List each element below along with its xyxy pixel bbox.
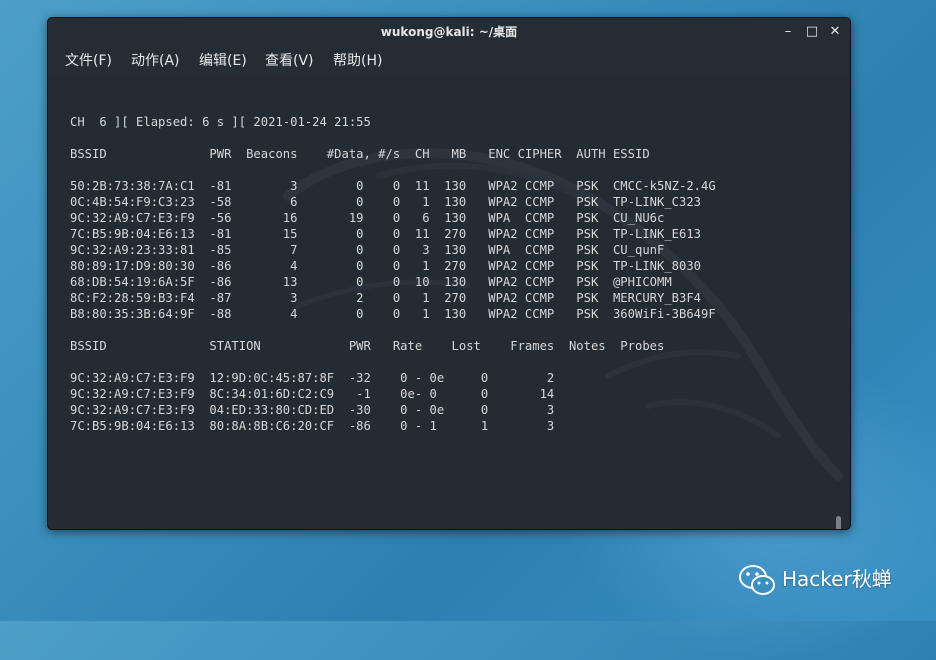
ap-table-header: BSSID PWR Beacons #Data, #/s CH MB ENC C… — [70, 147, 650, 161]
ap-row: 80:89:17:D9:80:30 -86 4 0 0 1 270 WPA2 C… — [70, 259, 702, 273]
watermark-text: Hacker秋蝉 — [782, 567, 892, 591]
terminal-output[interactable]: CH 6 ][ Elapsed: 6 s ][ 2021-01-24 21:55… — [48, 76, 850, 529]
station-table-header: BSSID STATION PWR Rate Lost Frames Notes… — [70, 339, 665, 353]
wechat-icon — [739, 565, 775, 595]
ap-row: 7C:B5:9B:04:E6:13 -81 15 0 0 11 270 WPA2… — [70, 227, 702, 241]
menu-file[interactable]: 文件(F) — [65, 51, 112, 71]
ap-row: 9C:32:A9:C7:E3:F9 -56 16 19 0 6 130 WPA … — [70, 211, 665, 225]
menu-action[interactable]: 动作(A) — [131, 51, 180, 71]
minimize-button[interactable]: – — [779, 22, 797, 42]
terminal-window[interactable]: wukong@kali: ~/桌面 – □ ✕ 文件(F) 动作(A) 编辑(E… — [47, 17, 851, 530]
ap-row: 8C:F2:28:59:B3:F4 -87 3 2 0 1 270 WPA2 C… — [70, 291, 702, 305]
station-row: 9C:32:A9:C7:E3:F9 04:ED:33:80:CD:ED -30 … — [70, 403, 555, 417]
close-button[interactable]: ✕ — [826, 22, 844, 42]
window-title: wukong@kali: ~/桌面 — [380, 25, 518, 39]
menu-bar: 文件(F) 动作(A) 编辑(E) 查看(V) 帮助(H) — [48, 46, 850, 76]
ap-row: 9C:32:A9:23:33:81 -85 7 0 0 3 130 WPA CC… — [70, 243, 665, 257]
station-row: 9C:32:A9:C7:E3:F9 12:9D:0C:45:87:8F -32 … — [70, 371, 555, 385]
menu-view[interactable]: 查看(V) — [265, 51, 314, 71]
scrollbar-thumb[interactable] — [836, 516, 841, 529]
ap-row: 0C:4B:54:F9:C3:23 -58 6 0 0 1 130 WPA2 C… — [70, 195, 702, 209]
station-row: 7C:B5:9B:04:E6:13 80:8A:8B:C6:20:CF -86 … — [70, 419, 555, 433]
ap-row: 68:DB:54:19:6A:5F -86 13 0 0 10 130 WPA2… — [70, 275, 672, 289]
menu-help[interactable]: 帮助(H) — [333, 51, 382, 71]
maximize-button[interactable]: □ — [803, 22, 821, 42]
status-line: CH 6 ][ Elapsed: 6 s ][ 2021-01-24 21:55 — [70, 115, 371, 129]
menu-edit[interactable]: 编辑(E) — [199, 51, 247, 71]
ap-row: 50:2B:73:38:7A:C1 -81 3 0 0 11 130 WPA2 … — [70, 179, 716, 193]
title-bar[interactable]: wukong@kali: ~/桌面 – □ ✕ — [48, 18, 850, 46]
station-row: 9C:32:A9:C7:E3:F9 8C:34:01:6D:C2:C9 -1 0… — [70, 387, 555, 401]
ap-row: B8:80:35:3B:64:9F -88 4 0 0 1 130 WPA2 C… — [70, 307, 716, 321]
